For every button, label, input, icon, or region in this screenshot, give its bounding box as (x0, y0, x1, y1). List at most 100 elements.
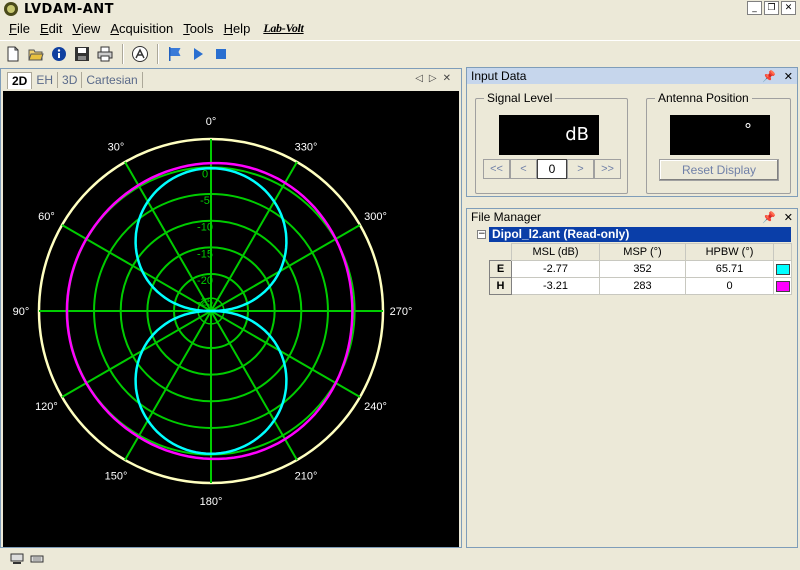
signal-level-group: Signal Level dB << < 0 > >> (475, 91, 628, 194)
stop-icon[interactable] (210, 43, 232, 65)
color-cell[interactable] (773, 277, 792, 295)
flag-icon[interactable] (164, 43, 186, 65)
new-file-icon[interactable] (2, 43, 24, 65)
file-manager-title: File Manager (471, 210, 542, 224)
msl-cell: -2.77 (511, 260, 600, 278)
toolbar (0, 40, 800, 66)
angle-label: 270° (390, 306, 413, 318)
computer-icon (10, 553, 24, 568)
angle-label: 240° (364, 401, 387, 413)
ring-label: -5 (200, 195, 210, 207)
print-icon[interactable] (94, 43, 116, 65)
angle-label: 30° (108, 141, 125, 153)
pin-icon[interactable]: 📌 (762, 211, 776, 224)
signal-level-nav: << < 0 > >> (483, 159, 621, 179)
hpbw-cell: 0 (685, 277, 774, 295)
menu-file[interactable]: File (4, 21, 35, 36)
menu-acquisition[interactable]: Acquisition (105, 21, 178, 36)
file-manager-panel: File Manager 📌 ✕ − Dipol_l2.ant (Read-on… (466, 208, 798, 548)
antenna-position-display: ° (670, 115, 770, 155)
pin-icon[interactable]: 📌 (762, 70, 776, 83)
ring-label: -25 (197, 297, 213, 309)
antenna-position-unit: ° (744, 120, 752, 139)
angle-label: 300° (364, 211, 387, 223)
polar-plot[interactable]: 0° 330° 300° 270° 240° 210° 180° 150° 120° 90° 60°… (3, 91, 459, 547)
close-button[interactable]: ✕ (781, 1, 796, 15)
next-button[interactable]: > (567, 159, 594, 179)
minimize-button[interactable]: _ (747, 1, 762, 15)
window-title: LVDAM-ANT (24, 1, 115, 17)
close-icon[interactable]: ✕ (784, 211, 793, 224)
angle-label: 330° (295, 141, 318, 153)
menu-view[interactable]: View (67, 21, 105, 36)
tab-2d[interactable]: 2D (7, 71, 33, 89)
file-results-table: MSL (dB) MSP (°) HPBW (°) E -2.77 352 65… (489, 243, 792, 295)
ring-label: 0 (202, 168, 208, 180)
angle-label: 90° (13, 306, 30, 318)
signal-level-display: dB (499, 115, 599, 155)
ring-label: -20 (197, 275, 213, 287)
signal-level-value[interactable]: 0 (537, 159, 567, 179)
prev-button[interactable]: < (510, 159, 537, 179)
save-icon[interactable] (71, 43, 93, 65)
angle-label: 150° (105, 471, 128, 483)
msp-cell: 283 (599, 277, 686, 295)
ring-label: -15 (197, 248, 213, 260)
file-tree-row[interactable]: − Dipol_l2.ant (Read-only) (477, 227, 791, 242)
table-row[interactable]: E -2.77 352 65.71 (489, 260, 792, 278)
close-icon[interactable]: ✕ (784, 70, 793, 83)
tab-close-icon[interactable]: ✕ (443, 73, 451, 84)
antenna-icon[interactable] (129, 43, 151, 65)
menu-help[interactable]: Help (219, 21, 256, 36)
restore-button[interactable]: ❐ (764, 1, 779, 15)
tab-eh[interactable]: EH (32, 72, 59, 88)
column-header: MSP (°) (599, 243, 686, 261)
status-bar (0, 550, 800, 570)
reset-display-button[interactable]: Reset Display (659, 159, 779, 181)
input-data-header: Input Data 📌 ✕ (467, 68, 797, 84)
last-button[interactable]: >> (594, 159, 621, 179)
column-header (773, 243, 792, 261)
signal-level-label: Signal Level (484, 91, 556, 105)
plot-panel: 2D EH 3D Cartesian ◁ ▷ ✕ 0° 330° 300° 270° 2… (0, 68, 462, 548)
angle-label: 0° (206, 116, 217, 128)
antenna-position-label: Antenna Position (655, 91, 752, 105)
signal-level-unit: dB (565, 124, 589, 145)
table-row[interactable]: H -3.21 283 0 (489, 277, 792, 295)
info-icon[interactable] (48, 43, 70, 65)
e-color-swatch[interactable] (775, 263, 790, 275)
file-name[interactable]: Dipol_l2.ant (Read-only) (489, 227, 791, 242)
row-header: E (489, 260, 512, 278)
view-tabs: 2D EH 3D Cartesian ◁ ▷ ✕ (1, 69, 461, 91)
tab-3d[interactable]: 3D (58, 72, 83, 88)
keyboard-icon (30, 553, 44, 567)
angle-label: 180° (200, 496, 223, 508)
column-header: HPBW (°) (685, 243, 774, 261)
brand-logo: Lab-Volt (263, 20, 304, 35)
play-icon[interactable] (187, 43, 209, 65)
table-corner (489, 243, 512, 261)
collapse-icon[interactable]: − (477, 230, 486, 239)
ring-label: -10 (197, 222, 213, 234)
h-color-swatch[interactable] (775, 280, 790, 292)
angle-label: 60° (38, 211, 55, 223)
msp-cell: 352 (599, 260, 686, 278)
menu-tools[interactable]: Tools (178, 21, 218, 36)
hpbw-cell: 65.71 (685, 260, 774, 278)
tab-prev-icon[interactable]: ◁ (415, 73, 423, 84)
color-cell[interactable] (773, 260, 792, 278)
msl-cell: -3.21 (511, 277, 600, 295)
polar-plot-svg: 0° 330° 300° 270° 240° 210° 180° 150° 120° 90° 60°… (13, 116, 413, 508)
angle-label: 120° (35, 401, 58, 413)
menu-bar: File Edit View Acquisition Tools Help La… (0, 18, 800, 38)
antenna-position-group: Antenna Position ° Reset Display (646, 91, 791, 194)
toolbar-separator (157, 43, 159, 64)
open-folder-icon[interactable] (25, 43, 47, 65)
tab-cartesian[interactable]: Cartesian (82, 72, 143, 88)
app-logo-icon (4, 2, 18, 16)
menu-edit[interactable]: Edit (35, 21, 67, 36)
tab-next-icon[interactable]: ▷ (429, 73, 437, 84)
title-bar: LVDAM-ANT _ ❐ ✕ (0, 0, 800, 18)
row-header: H (489, 277, 512, 295)
first-button[interactable]: << (483, 159, 510, 179)
